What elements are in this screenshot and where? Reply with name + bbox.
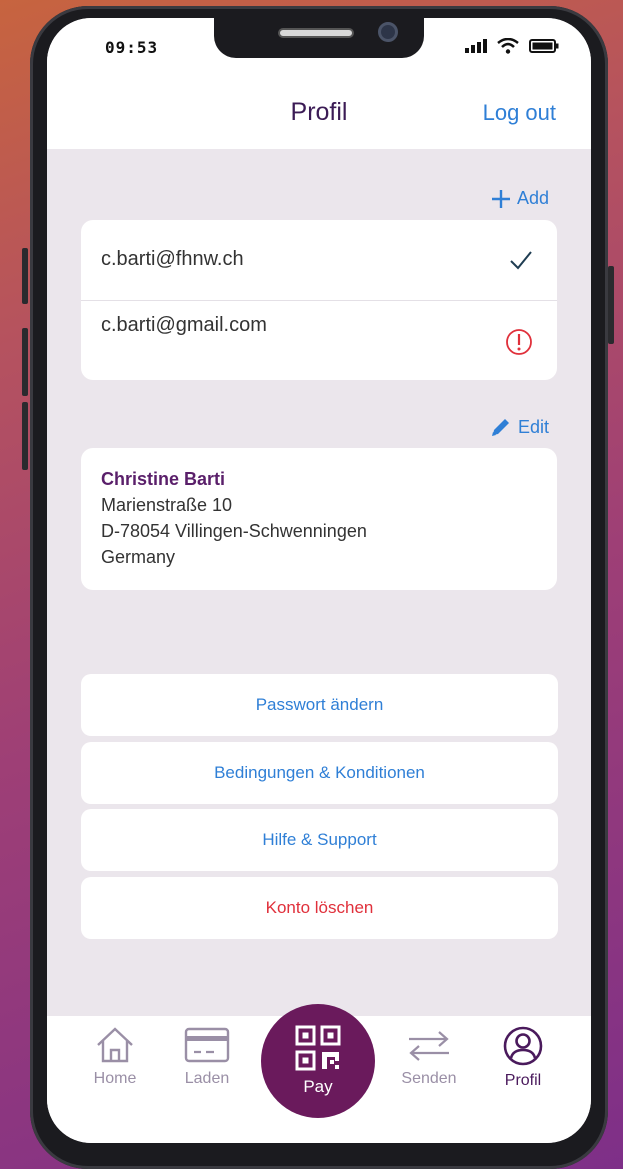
power-button — [608, 266, 614, 344]
mute-switch — [22, 248, 28, 304]
help-support-button[interactable]: Hilfe & Support — [81, 809, 558, 871]
pay-button[interactable]: Pay — [261, 1004, 375, 1118]
speaker-grille — [278, 28, 354, 38]
add-email-label: Add — [516, 188, 549, 208]
checkmark-icon — [510, 251, 532, 270]
notch — [214, 18, 424, 58]
address-street: Marienstraße 10 — [101, 495, 233, 515]
tab-profil[interactable]: Profil — [488, 1026, 558, 1090]
tab-home-label: Home — [93, 1070, 137, 1087]
signal-icon — [465, 39, 487, 53]
tab-senden-label: Senden — [401, 1070, 457, 1087]
contact-name: Christine Barti — [101, 469, 226, 489]
edit-address-label: Edit — [517, 416, 549, 437]
status-time: 09:53 — [105, 38, 159, 57]
wifi-icon — [497, 38, 519, 54]
battery-icon — [529, 39, 559, 53]
home-icon — [97, 1027, 133, 1063]
user-icon — [503, 1026, 543, 1066]
email-address: c.barti@gmail.com — [101, 314, 267, 336]
camera-icon — [378, 22, 398, 42]
pencil-icon — [491, 419, 509, 436]
logout-button[interactable]: Log out — [483, 100, 556, 126]
plus-icon — [491, 189, 510, 208]
address-city: D-78054 Villingen-Schwenningen — [101, 521, 367, 541]
delete-account-button[interactable]: Konto löschen — [81, 877, 558, 939]
tab-home[interactable]: Home — [80, 1026, 150, 1088]
volume-up-button — [22, 328, 28, 396]
screen: 09:53 Profil Log out Add c.barti@fhnw.ch… — [47, 18, 591, 1143]
add-email-button[interactable]: Add — [491, 188, 549, 209]
email-row-unverified[interactable]: c.barti@gmail.com — [81, 300, 557, 380]
tab-laden[interactable]: Laden — [172, 1026, 242, 1088]
status-icons — [465, 38, 559, 54]
email-address: c.barti@fhnw.ch — [101, 248, 244, 270]
warning-icon[interactable] — [505, 328, 533, 356]
tab-profil-label: Profil — [504, 1072, 542, 1089]
volume-down-button — [22, 402, 28, 470]
qr-code-icon — [295, 1025, 341, 1071]
tab-senden[interactable]: Senden — [394, 1026, 464, 1088]
address-country: Germany — [101, 547, 176, 567]
terms-button[interactable]: Bedingungen & Konditionen — [81, 742, 558, 804]
tab-laden-label: Laden — [184, 1070, 230, 1087]
edit-address-button[interactable]: Edit — [490, 416, 549, 438]
transfer-arrows-icon — [409, 1031, 449, 1061]
email-list-card: c.barti@fhnw.ch c.barti@gmail.com — [81, 220, 557, 380]
pay-label: Pay — [303, 1077, 333, 1096]
change-password-button[interactable]: Passwort ändern — [81, 674, 558, 736]
address-card: Christine Barti Marienstraße 10 D-78054 … — [81, 448, 557, 590]
email-row-verified[interactable]: c.barti@fhnw.ch — [81, 220, 557, 300]
credit-card-icon — [184, 1027, 230, 1063]
